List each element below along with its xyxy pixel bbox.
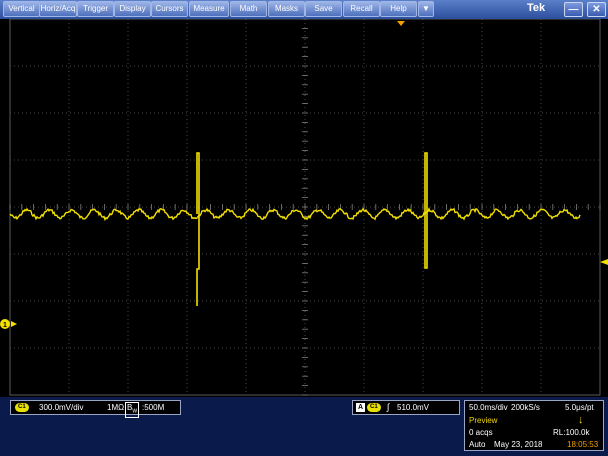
horizontal-acquisition-readout[interactable]: 50.0ms/div 200kS/s 5.0μs/pt Preview ↓ 0 … [464, 400, 604, 451]
channel-1-impedance: 1MΩ [107, 403, 125, 412]
minimize-button[interactable]: — [564, 2, 583, 17]
bandwidth-limit-indicator: BW [125, 402, 140, 418]
channel-1-glitch-1 [196, 152, 200, 306]
channel-1-trace [9, 207, 581, 222]
menu-horiz-acq[interactable]: Horiz/Acq [39, 1, 77, 17]
channel-1-ground-marker[interactable]: 1 [0, 319, 17, 329]
menu-cursors[interactable]: Cursors [151, 1, 188, 17]
menu-math[interactable]: Math [230, 1, 267, 17]
acquisition-arrow-icon: ↓ [578, 414, 584, 426]
channel-1-readout[interactable]: C1 300.0mV/div 1MΩ BW :500M [10, 400, 181, 418]
menu-bar: Vertical Horiz/Acq Trigger Display Curso… [0, 0, 608, 19]
menu-vertical[interactable]: Vertical [3, 1, 40, 17]
trigger-source-badge: C1 [367, 403, 381, 413]
trigger-mode: Auto [469, 440, 486, 449]
channel-1-badge: C1 [15, 403, 29, 413]
time-per-point: 5.0μs/pt [565, 403, 594, 412]
clock-time: 18:05:53 [567, 440, 599, 449]
sample-rate: 200kS/s [511, 403, 540, 412]
record-length: RL:100.0k [553, 428, 590, 437]
waveform-display[interactable]: 1 [0, 19, 608, 397]
acquisition-count: 0 acqs [469, 428, 493, 437]
menu-measure[interactable]: Measure [189, 1, 229, 17]
trigger-readout[interactable]: A C1 ∫ 510.0mV [352, 400, 460, 415]
rising-edge-icon: ∫ [387, 402, 390, 412]
status-bar: C1 300.0mV/div 1MΩ BW :500M A C1 ∫ 510.0… [0, 397, 608, 456]
bw-sub: W [132, 408, 138, 415]
menu-save[interactable]: Save [305, 1, 342, 17]
channel-1-scale: 300.0mV/div [39, 403, 84, 412]
date: May 23, 2018 [494, 440, 543, 449]
brand-label: Tek [527, 2, 546, 14]
channel-1-marker-label: 1 [3, 322, 7, 329]
menu-display[interactable]: Display [114, 1, 151, 17]
channel-1-bandwidth: :500M [142, 403, 165, 412]
channel-1-glitch-2 [424, 152, 428, 269]
trigger-level: 510.0mV [397, 403, 430, 412]
menu-help[interactable]: Help [380, 1, 417, 17]
menu-masks[interactable]: Masks [268, 1, 305, 17]
menu-recall[interactable]: Recall [343, 1, 380, 17]
trigger-level-marker-icon[interactable] [600, 259, 608, 265]
trigger-mode-badge: A [356, 403, 366, 412]
trigger-position-marker-icon[interactable] [397, 21, 405, 26]
menu-trigger[interactable]: Trigger [77, 1, 114, 17]
menu-dropdown-button[interactable]: ▼ [418, 1, 434, 17]
timebase: 50.0ms/div [469, 403, 508, 412]
acquisition-state: Preview [469, 416, 498, 425]
close-button[interactable]: ✕ [587, 2, 606, 17]
graticule: 1 [0, 19, 608, 396]
